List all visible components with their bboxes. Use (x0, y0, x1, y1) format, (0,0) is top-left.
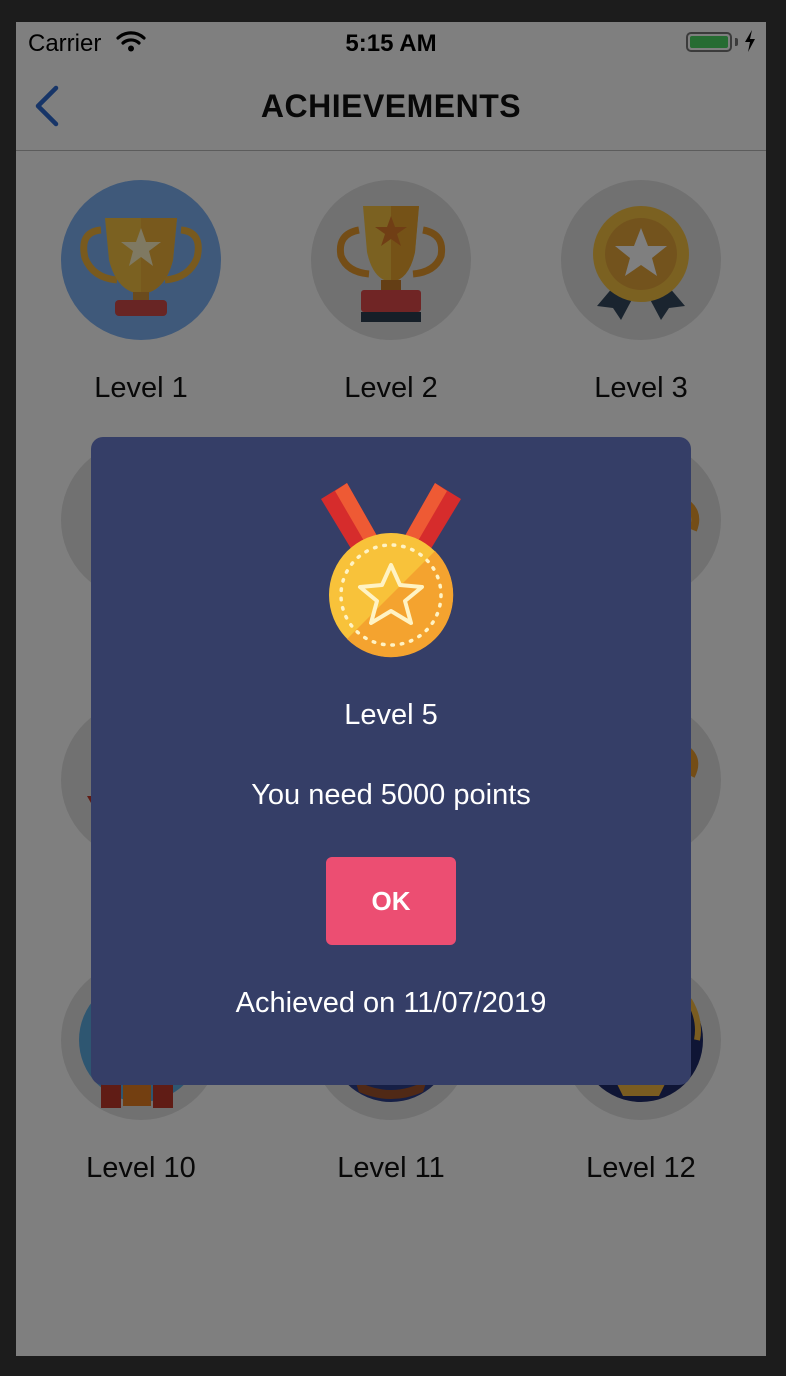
achievement-dialog: Level 5 You need 5000 points OK Achieved… (91, 437, 691, 1085)
app-screen: Carrier 5:15 AM ACHIEVEMENTS (16, 22, 766, 1356)
dialog-achieved-date: Achieved on 11/07/2019 (235, 987, 547, 1019)
ok-button[interactable]: OK (326, 857, 456, 945)
dialog-requirement-text: You need 5000 points (251, 779, 531, 811)
dialog-level-title: Level 5 (344, 699, 438, 731)
gold-medal-icon (301, 459, 481, 664)
